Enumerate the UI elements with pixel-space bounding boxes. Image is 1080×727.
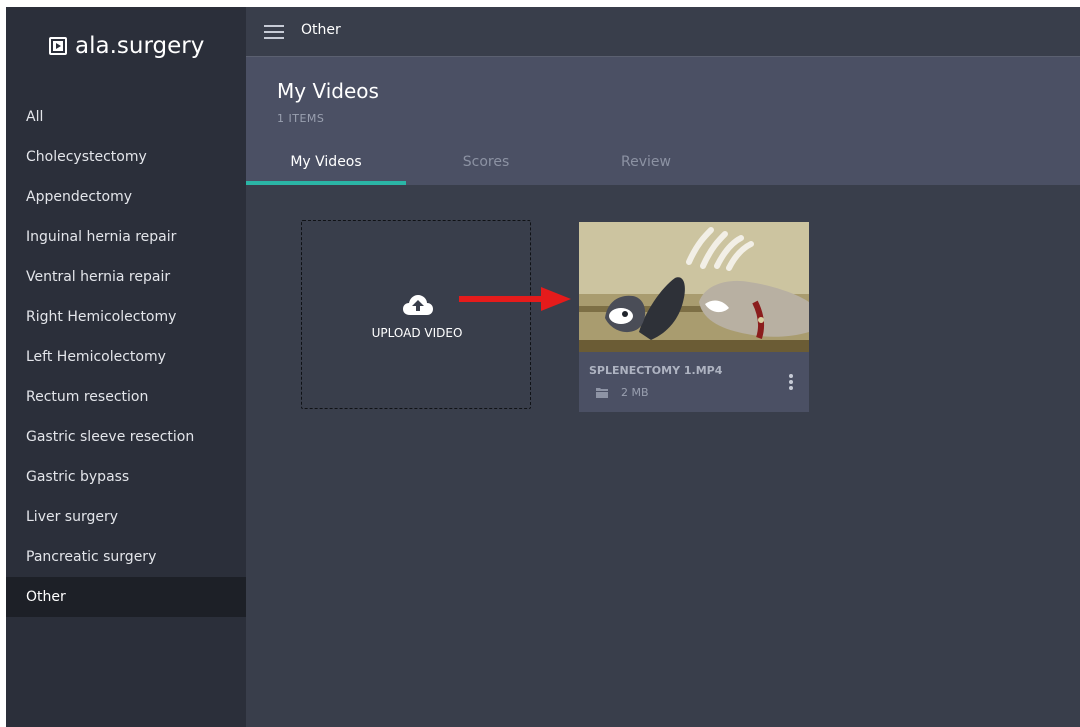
sidebar-item-other[interactable]: Other xyxy=(6,577,246,617)
sidebar-item-gastric-sleeve-resection[interactable]: Gastric sleeve resection xyxy=(6,417,246,457)
sidebar-item-liver-surgery[interactable]: Liver surgery xyxy=(6,497,246,537)
item-count: 1 ITEMS xyxy=(277,112,325,125)
sidebar-item-ventral-hernia-repair[interactable]: Ventral hernia repair xyxy=(6,257,246,297)
cloud-upload-icon xyxy=(403,295,433,315)
page-header: My Videos 1 ITEMS My Videos Scores Revie… xyxy=(246,57,1080,185)
tab-my-videos[interactable]: My Videos xyxy=(246,143,406,185)
sidebar-nav: All Cholecystectomy Appendectomy Inguina… xyxy=(6,97,246,617)
breadcrumb: Other xyxy=(301,22,341,38)
red-arrow-annotation xyxy=(459,287,571,311)
video-name: SPLENECTOMY 1.MP4 xyxy=(589,364,723,377)
hamburger-icon[interactable] xyxy=(264,23,284,41)
video-grid: UPLOAD VIDEO SPLENECTOMY 1.MP4 2 MB xyxy=(246,185,1080,727)
tab-bar: My Videos Scores Review xyxy=(246,143,726,185)
sidebar-item-gastric-bypass[interactable]: Gastric bypass xyxy=(6,457,246,497)
sidebar-item-appendectomy[interactable]: Appendectomy xyxy=(6,177,246,217)
file-size: 2 MB xyxy=(621,386,649,399)
play-square-icon xyxy=(49,37,67,55)
sidebar-item-rectum-resection[interactable]: Rectum resection xyxy=(6,377,246,417)
tab-scores[interactable]: Scores xyxy=(406,143,566,185)
video-thumbnail[interactable] xyxy=(579,222,809,352)
top-bar: Other xyxy=(246,7,1080,57)
page-title: My Videos xyxy=(277,79,379,103)
file-icon xyxy=(596,388,608,398)
sidebar-item-right-hemicolectomy[interactable]: Right Hemicolectomy xyxy=(6,297,246,337)
app-window: ala.surgery All Cholecystectomy Appendec… xyxy=(6,7,1080,727)
sidebar-item-left-hemicolectomy[interactable]: Left Hemicolectomy xyxy=(6,337,246,377)
sidebar-item-cholecystectomy[interactable]: Cholecystectomy xyxy=(6,137,246,177)
sidebar: ala.surgery All Cholecystectomy Appendec… xyxy=(6,7,246,727)
upload-video-label: UPLOAD VIDEO xyxy=(371,326,463,340)
sidebar-item-inguinal-hernia-repair[interactable]: Inguinal hernia repair xyxy=(6,217,246,257)
brand-logo[interactable]: ala.surgery xyxy=(49,31,204,61)
sidebar-item-all[interactable]: All xyxy=(6,97,246,137)
brand-name: ala.surgery xyxy=(75,33,205,59)
more-vertical-icon[interactable] xyxy=(785,372,797,392)
sidebar-item-pancreatic-surgery[interactable]: Pancreatic surgery xyxy=(6,537,246,577)
video-card[interactable]: SPLENECTOMY 1.MP4 2 MB xyxy=(579,222,809,412)
upload-video-button[interactable]: UPLOAD VIDEO xyxy=(301,220,531,409)
tab-review[interactable]: Review xyxy=(566,143,726,185)
